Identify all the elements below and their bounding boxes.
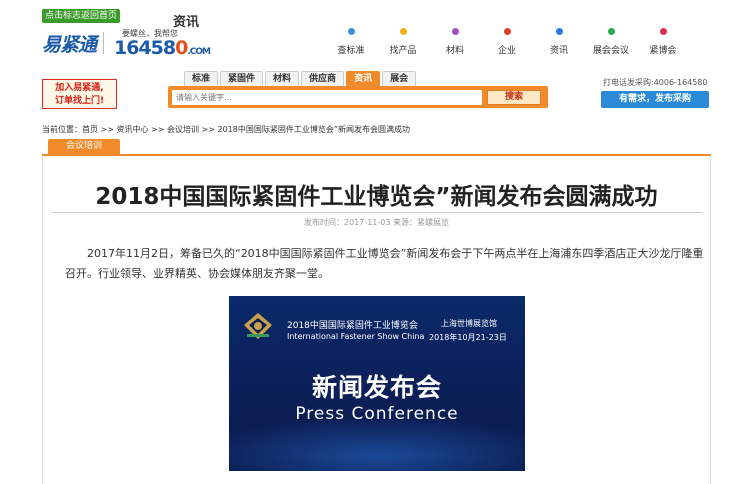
top-nav: 查标准 找产品 材料 企业 资讯 展会会议 紧博会: [330, 28, 694, 56]
home-link-button[interactable]: 点击标志返回首页: [42, 9, 120, 23]
nav-item-label: 查标准: [337, 46, 365, 56]
nav-item-3[interactable]: 企业: [486, 28, 528, 56]
post-demand-button[interactable]: 有需求，发布采购: [601, 91, 709, 108]
nav-dot-icon: [399, 28, 407, 35]
nav-item-label: 紧博会: [649, 46, 677, 56]
nav-item-6[interactable]: 紧博会: [642, 28, 684, 56]
search-tab-4[interactable]: 资讯: [346, 71, 381, 87]
phone-logo-number: 16458: [114, 37, 176, 59]
press-title-cn: 新闻发布会: [311, 373, 442, 402]
nav-item-0[interactable]: 查标准: [330, 28, 372, 56]
search-button[interactable]: 搜索: [487, 90, 541, 105]
nav-dot-icon: [347, 28, 355, 35]
expo-emblem-icon: [244, 313, 272, 339]
nav-item-label: 资讯: [549, 46, 568, 56]
nav-item-1[interactable]: 找产品: [382, 28, 424, 56]
nav-item-label: 企业: [497, 46, 516, 56]
expo-name-cn: 2018中国国际紧固件工业博览会: [287, 321, 418, 331]
nav-item-label: 展会会议: [592, 46, 629, 56]
promo-line-2: 订单找上门!: [54, 96, 105, 106]
search-tab-0[interactable]: 标准: [184, 71, 219, 87]
expo-name-en: International Fastener Show China: [287, 332, 425, 341]
search-tab-1[interactable]: 紧固件: [220, 71, 264, 87]
banner-glow: [229, 416, 525, 471]
article-title: 2018中国国际紧固件工业博览会”新闻发布会圆满成功: [95, 184, 658, 210]
search-tab-3[interactable]: 供应商: [301, 71, 345, 87]
hotline-text: 打电话发采购:4006-164580: [603, 78, 708, 87]
nav-item-2[interactable]: 材料: [434, 28, 476, 56]
press-conference-image: 2018中国国际紧固件工业博览会 International Fastener …: [229, 296, 525, 471]
nav-dot-icon: [503, 28, 511, 35]
nav-dot-icon: [607, 28, 615, 35]
article-meta: 发布时间：2017-11-03 来源：紧螺展览: [303, 218, 450, 227]
press-title-en: Press Conference: [295, 404, 459, 424]
search-tab-5[interactable]: 展会: [382, 71, 417, 87]
nav-dot-icon: [451, 28, 459, 35]
expo-venue: 上海世博展览馆: [441, 319, 497, 328]
search-input[interactable]: [172, 90, 482, 105]
nav-item-label: 找产品: [389, 46, 417, 56]
article-body: 2017年11月2日，筹备已久的“2018中国国际紧固件工业博览会”新闻发布会于…: [65, 247, 704, 280]
breadcrumb[interactable]: 当前位置：首页 >> 资讯中心 >> 会议培训 >> 2018中国国际紧固件工业…: [42, 124, 410, 135]
join-promo-banner[interactable]: 加入易紧通, 订单找上门!: [42, 79, 117, 109]
category-divider: [42, 154, 711, 156]
search-tabs: 标准 紧固件 材料 供应商 资讯 展会: [184, 71, 418, 87]
search-tab-2[interactable]: 材料: [265, 71, 300, 87]
phone-logo-domain: .COM: [187, 47, 211, 57]
phone-logo-smile: 0: [175, 37, 188, 59]
site-logo[interactable]: 易紧通: [42, 30, 97, 57]
logo-divider: [103, 32, 104, 54]
nav-item-4[interactable]: 资讯: [538, 28, 580, 56]
nav-dot-icon: [659, 28, 667, 35]
nav-item-5[interactable]: 展会会议: [590, 28, 632, 56]
nav-item-label: 材料: [445, 46, 464, 56]
nav-dot-icon: [555, 28, 563, 35]
promo-line-1: 加入易紧通,: [55, 83, 104, 93]
title-divider: [52, 212, 702, 213]
phone-logo: 164580.COM: [114, 37, 211, 59]
expo-dates: 2018年10月21-23日: [429, 333, 507, 342]
category-tab[interactable]: 会议培训: [48, 139, 120, 154]
section-title: 资讯: [173, 15, 200, 30]
